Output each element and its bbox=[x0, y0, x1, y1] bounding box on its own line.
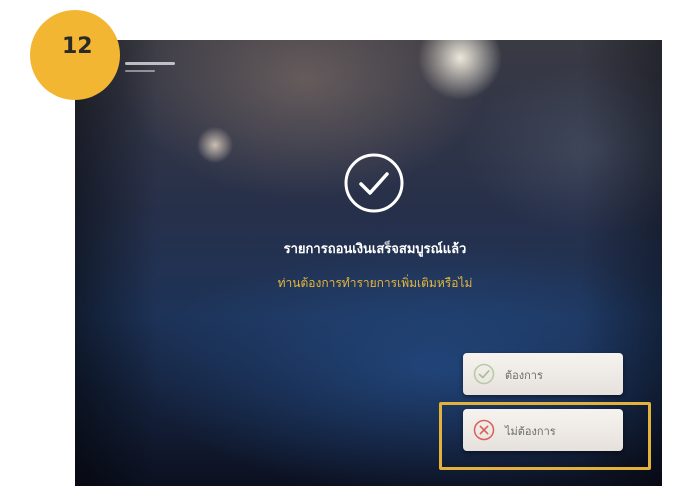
yes-button-label: ต้องการ bbox=[505, 369, 543, 382]
no-button-label: ไม่ต้องการ bbox=[505, 425, 556, 438]
transaction-complete-message: รายการถอนเงินเสร็จสมบูรณ์แล้ว bbox=[283, 242, 467, 257]
atm-screen-photo: รายการถอนเงินเสร็จสมบูรณ์แล้ว ท่านต้องกา… bbox=[75, 40, 662, 486]
additional-transaction-question: ท่านต้องการทำรายการเพิ่มเติมหรือไม่ bbox=[277, 276, 473, 290]
x-circle-icon bbox=[473, 419, 495, 441]
bank-logo bbox=[125, 60, 177, 78]
step-number-badge: 12 bbox=[30, 10, 120, 100]
check-circle-icon bbox=[473, 363, 495, 385]
step-number: 12 bbox=[62, 34, 93, 59]
yes-button[interactable]: ต้องการ bbox=[463, 353, 623, 395]
no-button[interactable]: ไม่ต้องการ bbox=[463, 409, 623, 451]
check-circle-icon bbox=[344, 153, 404, 213]
